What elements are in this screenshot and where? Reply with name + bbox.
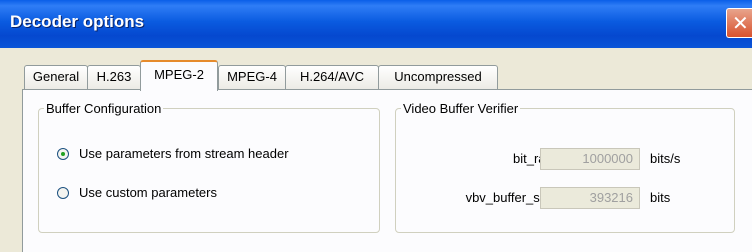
close-button[interactable]: ✕ [726, 8, 752, 38]
tab-h264avc[interactable]: H.264/AVC [285, 65, 379, 89]
video-buffer-verifier-legend: Video Buffer Verifier [403, 101, 519, 116]
tab-uncompressed[interactable]: Uncompressed [378, 65, 498, 89]
radio-stream-header-label: Use parameters from stream header [79, 146, 289, 161]
buffer-configuration-group: Buffer Configuration Use parameters from… [38, 101, 380, 233]
video-buffer-verifier-group: Video Buffer Verifier bit_rate: 1000000 … [395, 101, 735, 233]
bit-rate-input[interactable]: 1000000 [540, 148, 640, 170]
tab-mpeg2[interactable]: MPEG-2 [140, 60, 218, 91]
tab-general[interactable]: General [24, 65, 88, 89]
vbv-buffer-size-unit: bits [650, 190, 671, 205]
vbv-buffer-size-input[interactable]: 393216 [540, 187, 640, 209]
radio-custom-parameters-label: Use custom parameters [79, 185, 217, 200]
buffer-configuration-legend: Buffer Configuration [46, 101, 162, 116]
title-bar: Decoder options ✕ [0, 0, 752, 48]
tab-mpeg4[interactable]: MPEG-4 [218, 65, 286, 89]
tab-panel-mpeg2: Buffer Configuration Use parameters from… [22, 89, 752, 252]
tab-h263[interactable]: H.263 [87, 65, 141, 89]
bit-rate-unit: bits/s [650, 151, 681, 166]
window-title: Decoder options [10, 12, 145, 31]
close-icon: ✕ [732, 11, 749, 35]
radio-button-unchecked[interactable] [57, 187, 69, 199]
radio-button-checked[interactable] [57, 148, 69, 160]
